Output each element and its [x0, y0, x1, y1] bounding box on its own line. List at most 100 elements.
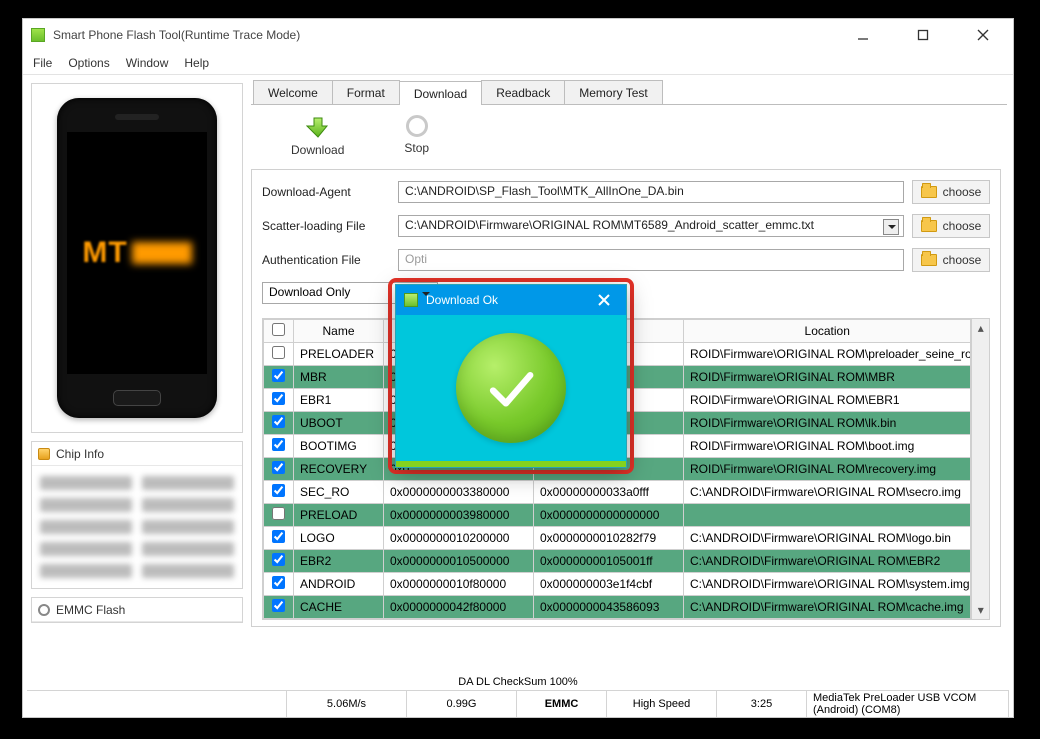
status-mode: High Speed — [607, 691, 717, 717]
download-arrow-icon — [306, 115, 330, 139]
cell-begin: 0x0000000010f80000 — [384, 573, 534, 596]
cell-name: PRELOADER — [294, 343, 384, 366]
cell-location: C:\ANDROID\Firmware\ORIGINAL ROM\secro.i… — [684, 481, 971, 504]
menubar: File Options Window Help — [23, 51, 1013, 75]
row-checkbox[interactable] — [272, 576, 285, 589]
close-button[interactable] — [965, 25, 1001, 45]
app-icon — [31, 28, 45, 42]
menu-help[interactable]: Help — [184, 56, 209, 70]
cell-begin: 0x0000000003980000 — [384, 504, 534, 527]
phone-logo-text: MT — [82, 236, 127, 270]
table-row[interactable]: ANDROID0x0000000010f800000x000000003e1f4… — [264, 573, 971, 596]
cell-name: CACHE — [294, 596, 384, 619]
cell-name: SEC_RO — [294, 481, 384, 504]
row-checkbox[interactable] — [272, 392, 285, 405]
scatter-file-field[interactable]: C:\ANDROID\Firmware\ORIGINAL ROM\MT6589_… — [398, 215, 904, 237]
cell-location: ROID\Firmware\ORIGINAL ROM\boot.img — [684, 435, 971, 458]
table-row[interactable]: EBR20x00000000105000000x00000000105001ff… — [264, 550, 971, 573]
scroll-up-icon[interactable]: ▴ — [972, 319, 989, 337]
cell-begin: 0x0000000010200000 — [384, 527, 534, 550]
cell-end: 0x0000000000000000 — [534, 504, 684, 527]
cell-end: 0x000000003e1f4cbf — [534, 573, 684, 596]
cell-location: ROID\Firmware\ORIGINAL ROM\lk.bin — [684, 412, 971, 435]
cell-location: ROID\Firmware\ORIGINAL ROM\MBR — [684, 366, 971, 389]
status-progress-text: DA DL CheckSum 100% — [27, 673, 1009, 691]
row-checkbox[interactable] — [272, 438, 285, 451]
stop-button[interactable]: Stop — [404, 115, 429, 157]
cell-name: MBR — [294, 366, 384, 389]
maximize-button[interactable] — [905, 25, 941, 45]
choose-auth-button[interactable]: choose — [912, 248, 990, 272]
row-checkbox[interactable] — [272, 346, 285, 359]
status-device: MediaTek PreLoader USB VCOM (Android) (C… — [807, 691, 1009, 717]
row-checkbox[interactable] — [272, 530, 285, 543]
dialog-close-button[interactable] — [590, 290, 618, 310]
titlebar: Smart Phone Flash Tool(Runtime Trace Mod… — [23, 19, 1013, 51]
emmc-flash-panel: EMMC Flash — [31, 597, 243, 623]
download-agent-field[interactable]: C:\ANDROID\SP_Flash_Tool\MTK_AllInOne_DA… — [398, 181, 904, 203]
cell-name: EBR1 — [294, 389, 384, 412]
stop-icon — [406, 115, 428, 137]
header-location[interactable]: Location — [684, 320, 971, 343]
row-checkbox[interactable] — [272, 553, 285, 566]
menu-window[interactable]: Window — [126, 56, 169, 70]
row-checkbox[interactable] — [272, 484, 285, 497]
table-row[interactable]: CACHE0x0000000042f800000x000000004358609… — [264, 596, 971, 619]
status-speed: 5.06M/s — [287, 691, 407, 717]
cell-location: C:\ANDROID\Firmware\ORIGINAL ROM\system.… — [684, 573, 971, 596]
table-row[interactable]: SEC_RO0x00000000033800000x00000000033a0f… — [264, 481, 971, 504]
cell-begin: 0x0000000003380000 — [384, 481, 534, 504]
choose-scatter-button[interactable]: choose — [912, 214, 990, 238]
folder-icon — [921, 220, 937, 232]
download-ok-dialog: Download Ok — [395, 284, 627, 468]
cell-name: BOOTIMG — [294, 435, 384, 458]
cell-name: EBR2 — [294, 550, 384, 573]
minimize-button[interactable] — [845, 25, 881, 45]
cell-name: ANDROID — [294, 573, 384, 596]
table-row[interactable]: PRELOAD0x00000000039800000x0000000000000… — [264, 504, 971, 527]
menu-options[interactable]: Options — [68, 56, 109, 70]
auth-file-label: Authentication File — [262, 253, 390, 267]
tab-download[interactable]: Download — [399, 81, 482, 105]
menu-file[interactable]: File — [33, 56, 52, 70]
folder-icon — [921, 186, 937, 198]
emmc-flash-title: EMMC Flash — [56, 603, 125, 617]
auth-file-field[interactable]: Opti — [398, 249, 904, 271]
cell-end: 0x00000000105001ff — [534, 550, 684, 573]
row-checkbox[interactable] — [272, 461, 285, 474]
header-checkbox[interactable] — [264, 320, 294, 343]
tab-readback[interactable]: Readback — [481, 80, 565, 104]
download-agent-label: Download-Agent — [262, 185, 390, 199]
cell-location: C:\ANDROID\Firmware\ORIGINAL ROM\logo.bi… — [684, 527, 971, 550]
cell-name: LOGO — [294, 527, 384, 550]
cell-name: UBOOT — [294, 412, 384, 435]
choose-da-button[interactable]: choose — [912, 180, 990, 204]
header-name[interactable]: Name — [294, 320, 384, 343]
dialog-icon — [404, 293, 418, 307]
row-checkbox[interactable] — [272, 599, 285, 612]
row-checkbox[interactable] — [272, 415, 285, 428]
cell-location: ROID\Firmware\ORIGINAL ROM\recovery.img — [684, 458, 971, 481]
cell-end: 0x00000000033a0fff — [534, 481, 684, 504]
cell-location: ROID\Firmware\ORIGINAL ROM\EBR1 — [684, 389, 971, 412]
tab-bar: Welcome Format Download Readback Memory … — [251, 79, 1007, 105]
download-button[interactable]: Download — [291, 115, 344, 157]
tab-welcome[interactable]: Welcome — [253, 80, 333, 104]
tab-format[interactable]: Format — [332, 80, 400, 104]
table-scrollbar[interactable]: ▴ ▾ — [971, 319, 989, 619]
phone-preview: BM MT — [31, 83, 243, 433]
scroll-down-icon[interactable]: ▾ — [972, 601, 989, 619]
cell-end: 0x0000000043586093 — [534, 596, 684, 619]
cell-location: C:\ANDROID\Firmware\ORIGINAL ROM\EBR2 — [684, 550, 971, 573]
scatter-file-label: Scatter-loading File — [262, 219, 390, 233]
cell-begin: 0x0000000010500000 — [384, 550, 534, 573]
cell-begin: 0x0000000042f80000 — [384, 596, 534, 619]
row-checkbox[interactable] — [272, 369, 285, 382]
status-size: 0.99G — [407, 691, 517, 717]
cell-location — [684, 504, 971, 527]
table-row[interactable]: LOGO0x00000000102000000x0000000010282f79… — [264, 527, 971, 550]
status-storage: EMMC — [517, 691, 607, 717]
chip-icon — [38, 448, 50, 460]
tab-memory-test[interactable]: Memory Test — [564, 80, 662, 104]
row-checkbox[interactable] — [272, 507, 285, 520]
